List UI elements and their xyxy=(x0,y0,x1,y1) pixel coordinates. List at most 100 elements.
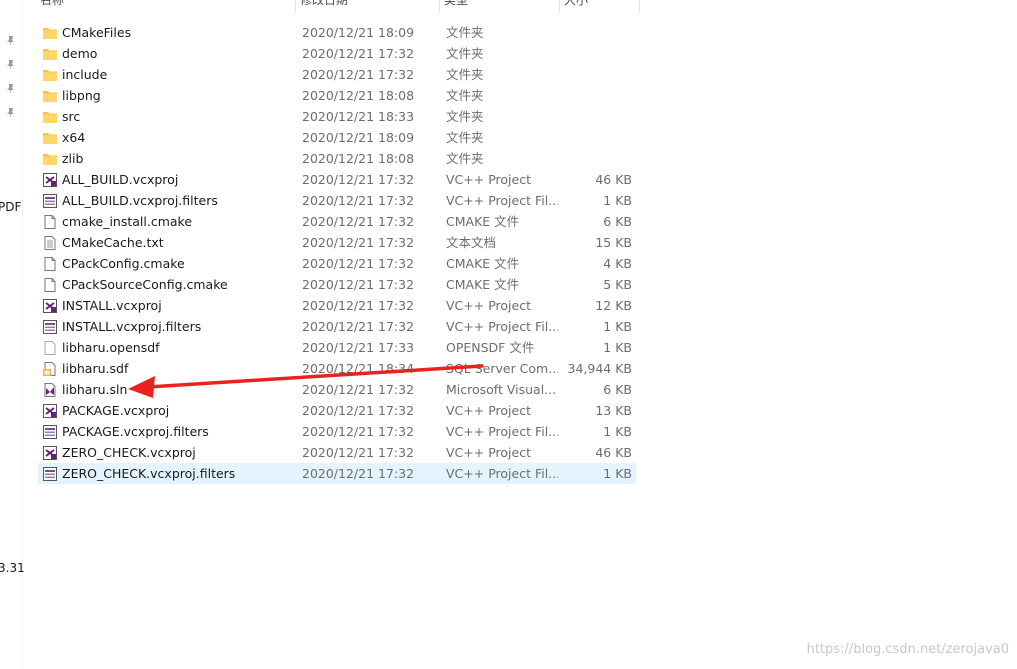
file-row[interactable]: ALL_BUILD.vcxproj.filters 2020/12/21 17:3… xyxy=(38,190,636,211)
file-name: include xyxy=(62,67,108,82)
file-date: 2020/12/21 17:32 xyxy=(302,382,415,397)
column-header-size[interactable]: 大小 xyxy=(560,0,640,13)
file-size: 12 KB xyxy=(595,298,632,313)
file-type: 文件夹 xyxy=(446,88,484,103)
file-type: 文本文档 xyxy=(446,235,497,250)
watermark: https://blog.csdn.net/zerojava0 xyxy=(806,642,1009,657)
file-type: VC++ Project Fil... xyxy=(446,466,558,481)
file-name: ALL_BUILD.vcxproj xyxy=(62,172,179,187)
file-row[interactable]: cmake_install.cmake 2020/12/21 17:32 CMAKE… xyxy=(38,211,636,232)
file-row[interactable]: x64 2020/12/21 18:09 文件夹 xyxy=(38,127,636,148)
folder-icon xyxy=(42,88,58,104)
file-name: demo xyxy=(62,46,98,61)
file-date: 2020/12/21 17:32 xyxy=(302,403,415,418)
file-name: ZERO_CHECK.vcxproj.filters xyxy=(62,466,236,481)
file-name: libharu.sln xyxy=(62,382,128,397)
file-row[interactable]: ZERO_CHECK.vcxproj 2020/12/21 17:32 VC++ P… xyxy=(38,442,636,463)
file-date: 2020/12/21 17:32 xyxy=(302,445,415,460)
vcxproj-icon xyxy=(42,445,58,461)
sdf-icon xyxy=(42,361,58,377)
file-date: 2020/12/21 18:34 xyxy=(302,361,415,376)
file-type: VC++ Project Fil... xyxy=(446,193,558,208)
file-row[interactable]: CPackSourceConfig.cmake 2020/12/21 17:32 C… xyxy=(38,274,636,295)
file-type: VC++ Project xyxy=(446,445,531,460)
file-name: libharu.sdf xyxy=(62,361,129,376)
file-row[interactable]: INSTALL.vcxproj.filters 2020/12/21 17:32 V… xyxy=(38,316,636,337)
file-size: 6 KB xyxy=(603,214,632,229)
file-name: x64 xyxy=(62,130,86,145)
nav-item-label[interactable]: PDF xyxy=(0,200,21,214)
file-row[interactable]: CMakeFiles 2020/12/21 18:09 文件夹 xyxy=(38,22,636,43)
file-row[interactable]: demo 2020/12/21 17:32 文件夹 xyxy=(38,43,636,64)
vcxproj-icon xyxy=(42,403,58,419)
folder-icon xyxy=(42,151,58,167)
file-type: VC++ Project xyxy=(446,403,531,418)
folder-icon xyxy=(42,130,58,146)
file-row[interactable]: ALL_BUILD.vcxproj 2020/12/21 17:32 VC++ Pr… xyxy=(38,169,636,190)
file-date: 2020/12/21 17:32 xyxy=(302,256,415,271)
file-date: 2020/12/21 17:32 xyxy=(302,214,415,229)
file-row[interactable]: libharu.sdf 2020/12/21 18:34 SQL Server Co… xyxy=(38,358,636,379)
file-size: 5 KB xyxy=(603,277,632,292)
file-type: 文件夹 xyxy=(446,46,484,61)
file-type: CMAKE 文件 xyxy=(446,277,520,292)
file-type: SQL Server Com... xyxy=(446,361,558,376)
file-row[interactable]: INSTALL.vcxproj 2020/12/21 17:32 VC++ Proj… xyxy=(38,295,636,316)
file-type: 文件夹 xyxy=(446,67,484,82)
nav-item-label[interactable]: 3.31 xyxy=(0,561,25,575)
file-row[interactable]: libharu.opensdf 2020/12/21 17:33 OPENSDF 文… xyxy=(38,337,636,358)
file-row[interactable]: CPackConfig.cmake 2020/12/21 17:32 CMAKE 文… xyxy=(38,253,636,274)
file-row[interactable]: ZERO_CHECK.vcxproj.filters 2020/12/21 17:… xyxy=(38,463,636,484)
file-row[interactable]: include 2020/12/21 17:32 文件夹 xyxy=(38,64,636,85)
file-date: 2020/12/21 17:32 xyxy=(302,424,415,439)
column-header-date[interactable]: 修改日期 xyxy=(296,0,440,13)
file-size: 15 KB xyxy=(595,235,632,250)
file-type: CMAKE 文件 xyxy=(446,256,520,271)
file-row[interactable]: libpng 2020/12/21 18:08 文件夹 xyxy=(38,85,636,106)
file-type: OPENSDF 文件 xyxy=(446,340,535,355)
pin-icon[interactable] xyxy=(4,34,18,48)
folder-icon xyxy=(42,46,58,62)
pin-icon[interactable] xyxy=(4,106,18,120)
file-name: INSTALL.vcxproj.filters xyxy=(62,319,202,334)
file-type: VC++ Project Fil... xyxy=(446,424,558,439)
file-size: 34,944 KB xyxy=(567,361,632,376)
file-icon xyxy=(42,256,58,272)
file-size: 13 KB xyxy=(595,403,632,418)
file-date: 2020/12/21 18:09 xyxy=(302,130,415,145)
filters-icon xyxy=(42,319,58,335)
file-row[interactable]: src 2020/12/21 18:33 文件夹 xyxy=(38,106,636,127)
folder-icon xyxy=(42,67,58,83)
folder-icon xyxy=(42,109,58,125)
file-size: 6 KB xyxy=(603,382,632,397)
file-row[interactable]: CMakeCache.txt 2020/12/21 17:32 文本文档 15 KB xyxy=(38,232,636,253)
file-type: VC++ Project Fil... xyxy=(446,319,558,334)
file-name: src xyxy=(62,109,81,124)
file-size: 1 KB xyxy=(603,340,632,355)
file-type: VC++ Project xyxy=(446,298,531,313)
vcxproj-icon xyxy=(42,172,58,188)
file-row[interactable]: zlib 2020/12/21 18:08 文件夹 xyxy=(38,148,636,169)
folder-icon xyxy=(42,25,58,41)
filters-icon xyxy=(42,193,58,209)
file-name: CPackConfig.cmake xyxy=(62,256,185,271)
file-date: 2020/12/21 18:08 xyxy=(302,151,415,166)
file-row[interactable]: PACKAGE.vcxproj.filters 2020/12/21 17:32 V… xyxy=(38,421,636,442)
file-type: 文件夹 xyxy=(446,130,484,145)
file-row[interactable]: PACKAGE.vcxproj 2020/12/21 17:32 VC++ Proj… xyxy=(38,400,636,421)
file-date: 2020/12/21 17:32 xyxy=(302,319,415,334)
column-header-name[interactable]: 名称 xyxy=(36,0,296,13)
file-name: INSTALL.vcxproj xyxy=(62,298,162,313)
file-date: 2020/12/21 17:32 xyxy=(302,277,415,292)
file-name: CPackSourceConfig.cmake xyxy=(62,277,228,292)
file-date: 2020/12/21 18:08 xyxy=(302,88,415,103)
file-size: 1 KB xyxy=(603,319,632,334)
file-row[interactable]: libharu.sln 2020/12/21 17:32 Microsoft Vis… xyxy=(38,379,636,400)
file-name: libharu.opensdf xyxy=(62,340,160,355)
file-date: 2020/12/21 17:32 xyxy=(302,172,415,187)
column-header-type[interactable]: 类型 xyxy=(440,0,560,13)
file-name: libpng xyxy=(62,88,101,103)
file-date: 2020/12/21 17:32 xyxy=(302,298,415,313)
pin-icon[interactable] xyxy=(4,58,18,72)
pin-icon[interactable] xyxy=(4,82,18,96)
